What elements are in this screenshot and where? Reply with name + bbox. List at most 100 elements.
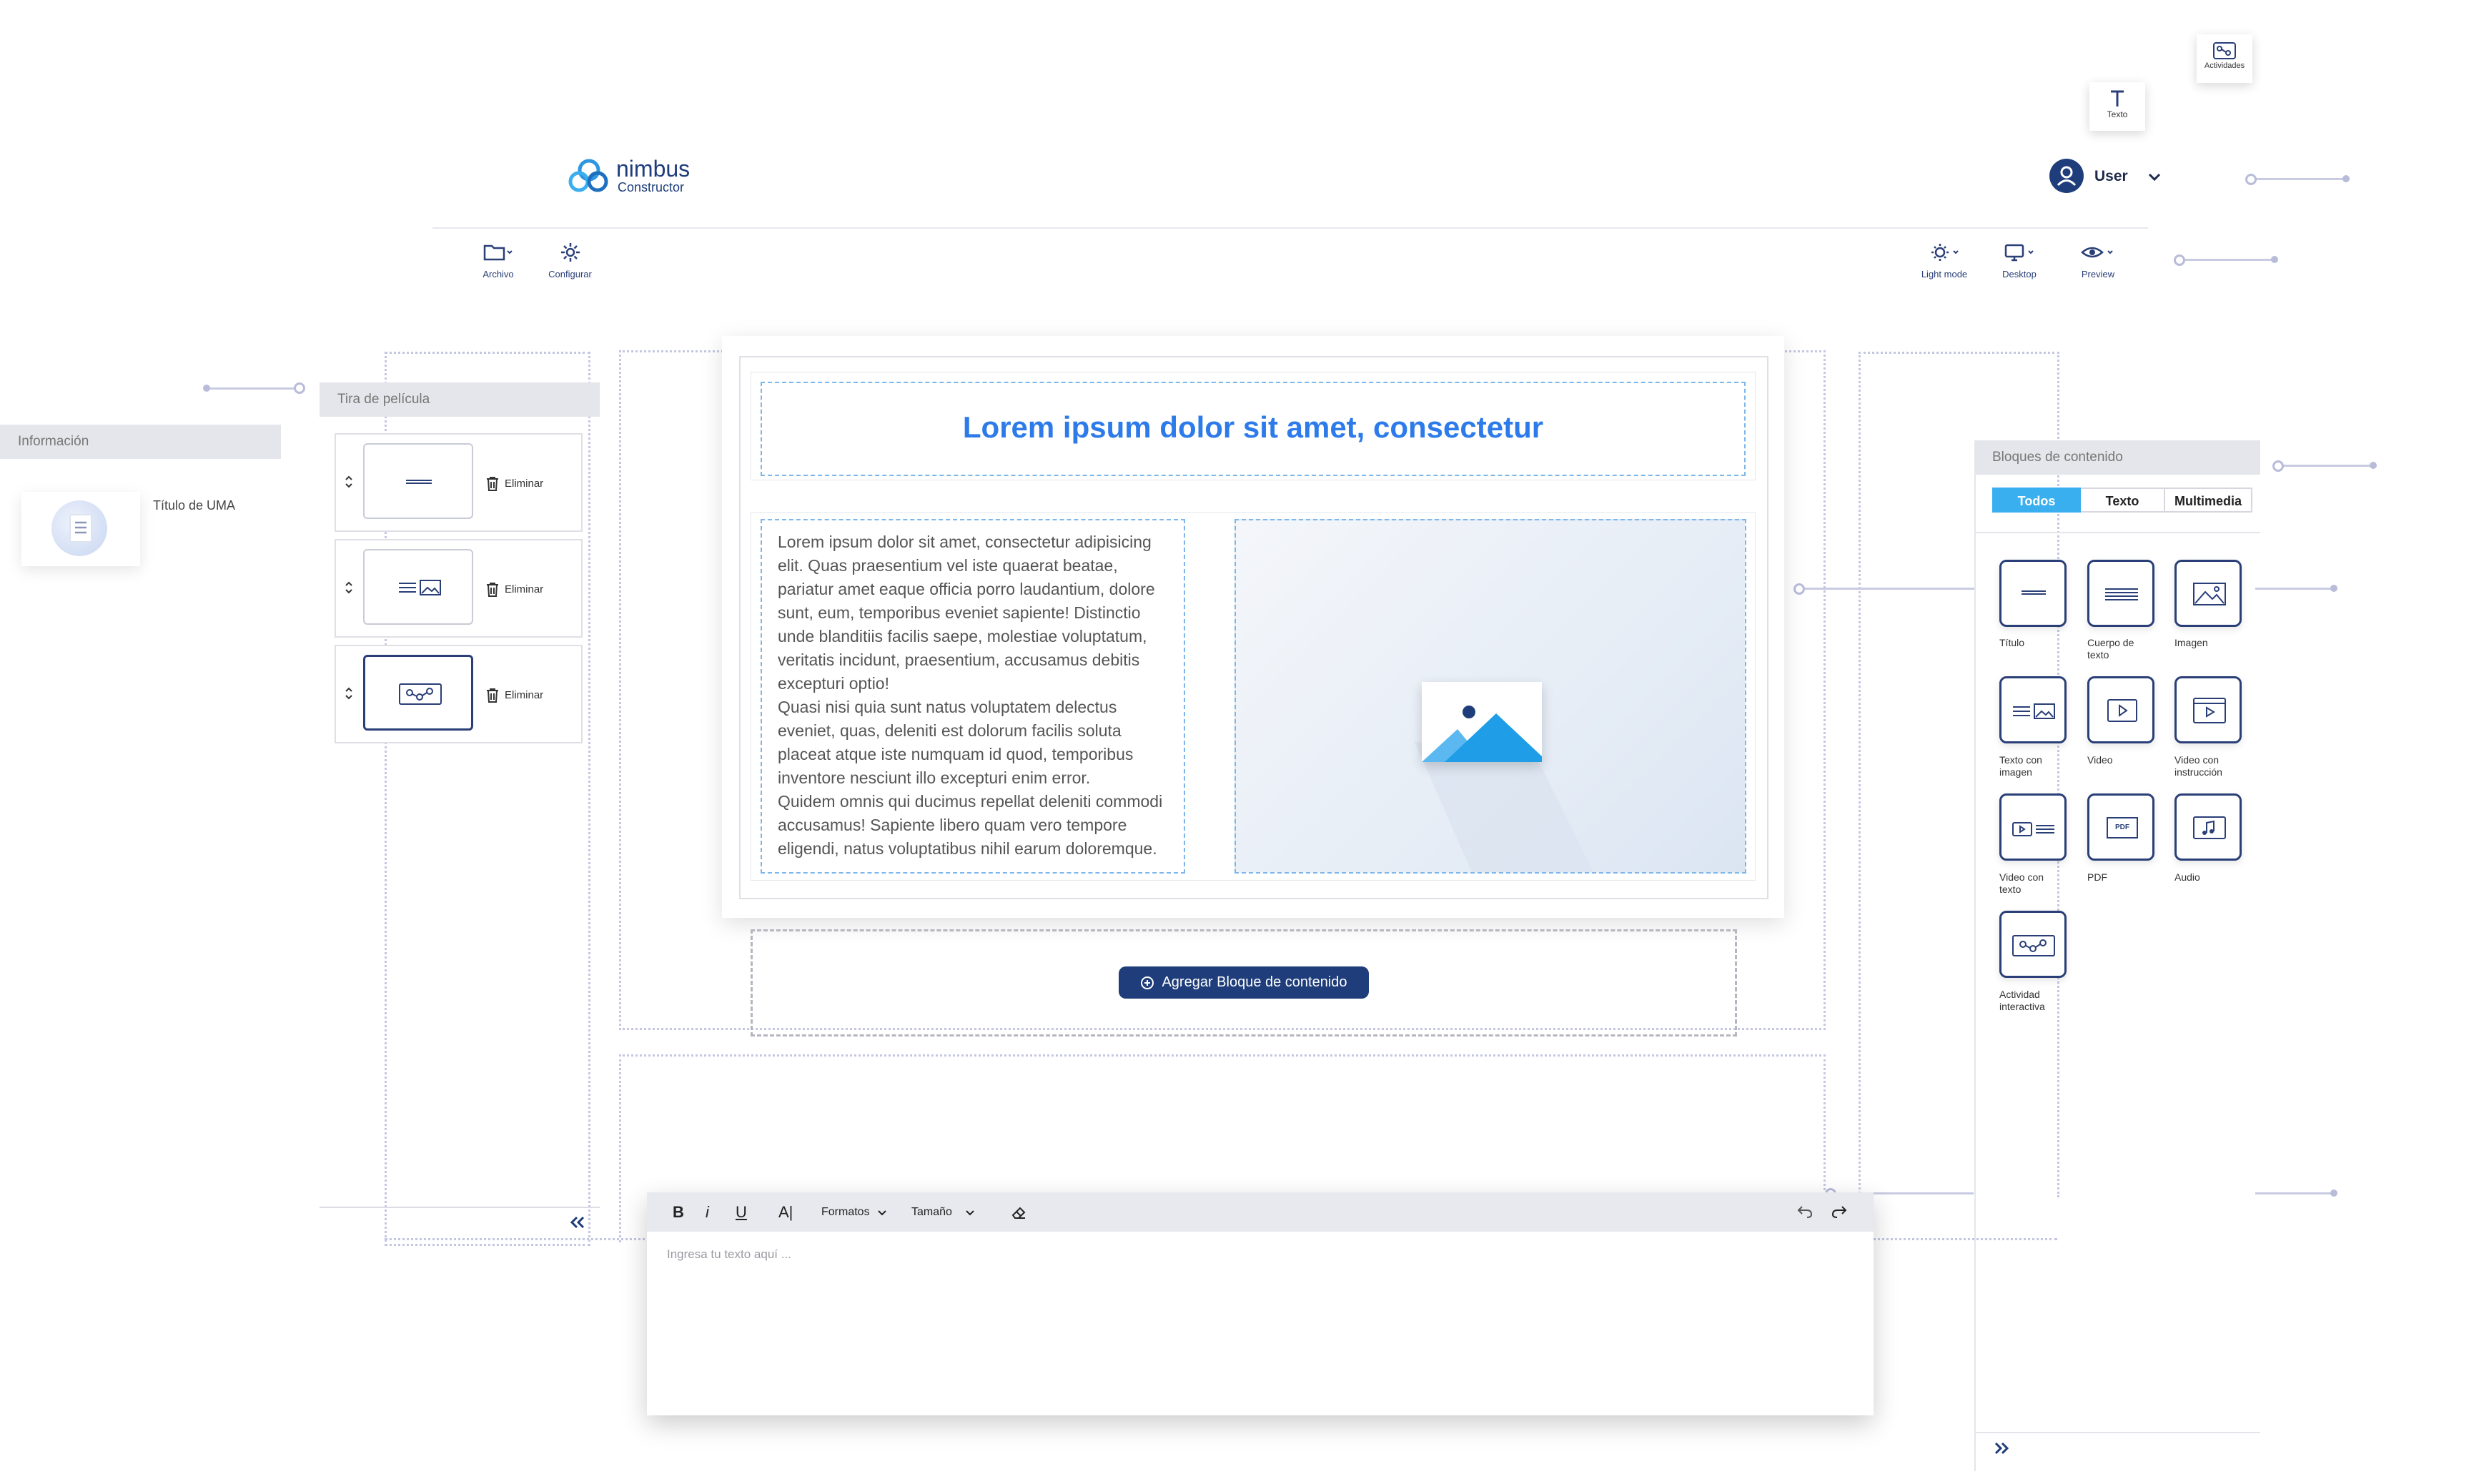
image-block-icon bbox=[2193, 583, 2226, 605]
connector-dot bbox=[2342, 175, 2350, 182]
text-image-block-icon bbox=[399, 580, 441, 595]
connector-ring bbox=[1793, 583, 1805, 595]
filmstrip-thumb-activity[interactable] bbox=[363, 655, 473, 731]
block-label: Video con texto bbox=[1999, 871, 2044, 895]
eraser-icon[interactable] bbox=[1010, 1204, 1027, 1221]
nimbus-logo[interactable]: nimbus Constructor bbox=[566, 156, 709, 199]
reorder-icon[interactable] bbox=[345, 686, 353, 701]
connector-ring bbox=[2272, 460, 2284, 472]
uma-title-label[interactable]: Título de UMA bbox=[153, 498, 235, 513]
filmstrip-thumb-title[interactable] bbox=[363, 443, 473, 519]
delete-label: Eliminar bbox=[505, 477, 544, 490]
title-block[interactable]: Lorem ipsum dolor sit amet, consectetur bbox=[761, 382, 1746, 476]
connector-ring bbox=[2174, 254, 2185, 266]
brand-name: nimbus bbox=[616, 156, 691, 182]
block-label: Título bbox=[1999, 637, 2025, 648]
user-icon bbox=[2057, 166, 2077, 187]
bold-button[interactable]: B bbox=[673, 1203, 684, 1222]
delete-label: Eliminar bbox=[505, 688, 544, 701]
block-tile-audio[interactable] bbox=[2174, 793, 2242, 861]
filmstrip-thumb-text-image[interactable] bbox=[363, 549, 473, 625]
block-tile-title[interactable] bbox=[1999, 560, 2067, 627]
interactive-activity-block-icon bbox=[399, 683, 442, 705]
desktop-button[interactable]: Desktop bbox=[1994, 242, 2044, 280]
block-tile-body-text[interactable] bbox=[2087, 560, 2154, 627]
chevron-down-icon[interactable] bbox=[878, 1210, 886, 1216]
redo-icon[interactable] bbox=[1831, 1204, 1848, 1220]
connector-dot bbox=[2370, 462, 2377, 469]
block-tile-video[interactable] bbox=[2087, 676, 2154, 743]
sun-icon bbox=[1931, 244, 1959, 261]
delete-button[interactable]: Eliminar bbox=[486, 582, 543, 598]
tab-todos[interactable]: Todos bbox=[1992, 488, 2081, 513]
underline-button[interactable]: U bbox=[736, 1203, 747, 1222]
configurar-button[interactable]: Configurar bbox=[543, 242, 597, 280]
uma-thumbnail[interactable] bbox=[21, 492, 140, 566]
filmstrip-row[interactable]: Eliminar bbox=[335, 433, 583, 532]
block-tile-image[interactable] bbox=[2174, 560, 2242, 627]
texto-chip-label: Texto bbox=[2107, 109, 2128, 119]
user-name[interactable]: User bbox=[2094, 168, 2128, 185]
block-headline[interactable]: Lorem ipsum dolor sit amet, consectetur bbox=[762, 410, 1744, 445]
tab-texto[interactable]: Texto bbox=[2081, 488, 2165, 513]
block-label: Texto con imagen bbox=[1999, 754, 2042, 778]
tab-texto-label: Texto bbox=[2105, 494, 2139, 508]
filmstrip-row[interactable]: Eliminar bbox=[335, 645, 583, 743]
video-instruction-block-icon bbox=[2193, 698, 2226, 723]
connector-ring bbox=[294, 382, 305, 394]
block-tile-video-text[interactable] bbox=[1999, 793, 2067, 861]
audio-block-icon bbox=[2193, 816, 2226, 839]
blocks-tabs-divider bbox=[1974, 532, 2260, 533]
block-body-text[interactable]: Lorem ipsum dolor sit amet, consectetur … bbox=[778, 530, 1171, 861]
chevron-down-icon[interactable] bbox=[966, 1210, 974, 1216]
block-tile-pdf[interactable]: PDF bbox=[2087, 793, 2154, 861]
italic-button[interactable]: i bbox=[706, 1203, 709, 1222]
avatar[interactable] bbox=[2049, 159, 2084, 193]
video-block-icon bbox=[2107, 699, 2137, 722]
undo-icon[interactable] bbox=[1796, 1204, 1813, 1220]
connector-user bbox=[2253, 178, 2346, 180]
trash-icon bbox=[487, 477, 498, 491]
expand-right-icon[interactable] bbox=[1993, 1441, 2010, 1455]
reorder-icon[interactable] bbox=[345, 475, 353, 489]
block-tile-interactive-activity[interactable] bbox=[1999, 911, 2067, 978]
light-mode-button[interactable]: Light mode bbox=[1916, 242, 1973, 280]
actividades-chip[interactable]: Actividades bbox=[2197, 34, 2252, 83]
connector-toolbar bbox=[2182, 259, 2275, 261]
reorder-icon[interactable] bbox=[345, 580, 353, 595]
content-canvas: Lorem ipsum dolor sit amet, consectetur … bbox=[722, 336, 1784, 918]
filmstrip-header: Tira de película bbox=[320, 382, 600, 417]
editor-text-area[interactable]: Ingresa tu texto aquí ... bbox=[647, 1232, 1874, 1415]
preview-button[interactable]: Preview bbox=[2073, 242, 2123, 280]
info-panel-header: Información bbox=[0, 425, 281, 459]
chevron-down-icon[interactable] bbox=[2148, 173, 2161, 182]
filmstrip-row[interactable]: Eliminar bbox=[335, 539, 583, 638]
editor-toolbar: B i U A| Formatos Tamaño bbox=[647, 1192, 1874, 1232]
delete-label: Eliminar bbox=[505, 583, 544, 595]
delete-button[interactable]: Eliminar bbox=[486, 688, 543, 703]
block-tile-video-instruction[interactable] bbox=[2174, 676, 2242, 743]
archivo-button[interactable]: Archivo bbox=[473, 242, 523, 280]
texto-chip[interactable]: Texto bbox=[2089, 82, 2145, 131]
delete-button[interactable]: Eliminar bbox=[486, 476, 543, 492]
image-column[interactable] bbox=[1234, 519, 1746, 874]
activity-icon bbox=[2213, 42, 2236, 59]
text-column[interactable]: Lorem ipsum dolor sit amet, consectetur … bbox=[761, 519, 1185, 874]
filmstrip-bottom-divider bbox=[320, 1207, 600, 1208]
block-tile-text-image[interactable] bbox=[1999, 676, 2067, 743]
title-block-icon bbox=[406, 480, 432, 484]
connector-dot bbox=[2330, 1189, 2337, 1197]
blocks-panel-border bbox=[1974, 442, 1976, 1471]
tamano-dropdown[interactable]: Tamaño bbox=[911, 1206, 952, 1219]
block-label: Actividad interactiva bbox=[1999, 989, 2045, 1012]
collapse-left-icon[interactable] bbox=[569, 1215, 586, 1230]
rich-text-editor: B i U A| Formatos Tamaño Ingresa tu text… bbox=[647, 1192, 1874, 1415]
font-size-button[interactable]: A| bbox=[778, 1203, 793, 1222]
add-block-button[interactable]: Agregar Bloque de contenido bbox=[1119, 966, 1369, 999]
plus-circle-icon bbox=[1141, 976, 1154, 989]
gear-icon bbox=[560, 243, 580, 262]
formatos-dropdown[interactable]: Formatos bbox=[821, 1206, 870, 1219]
pdf-badge-label: PDF bbox=[2115, 823, 2129, 831]
block-label: PDF bbox=[2087, 871, 2107, 883]
tab-multimedia[interactable]: Multimedia bbox=[2165, 488, 2252, 513]
